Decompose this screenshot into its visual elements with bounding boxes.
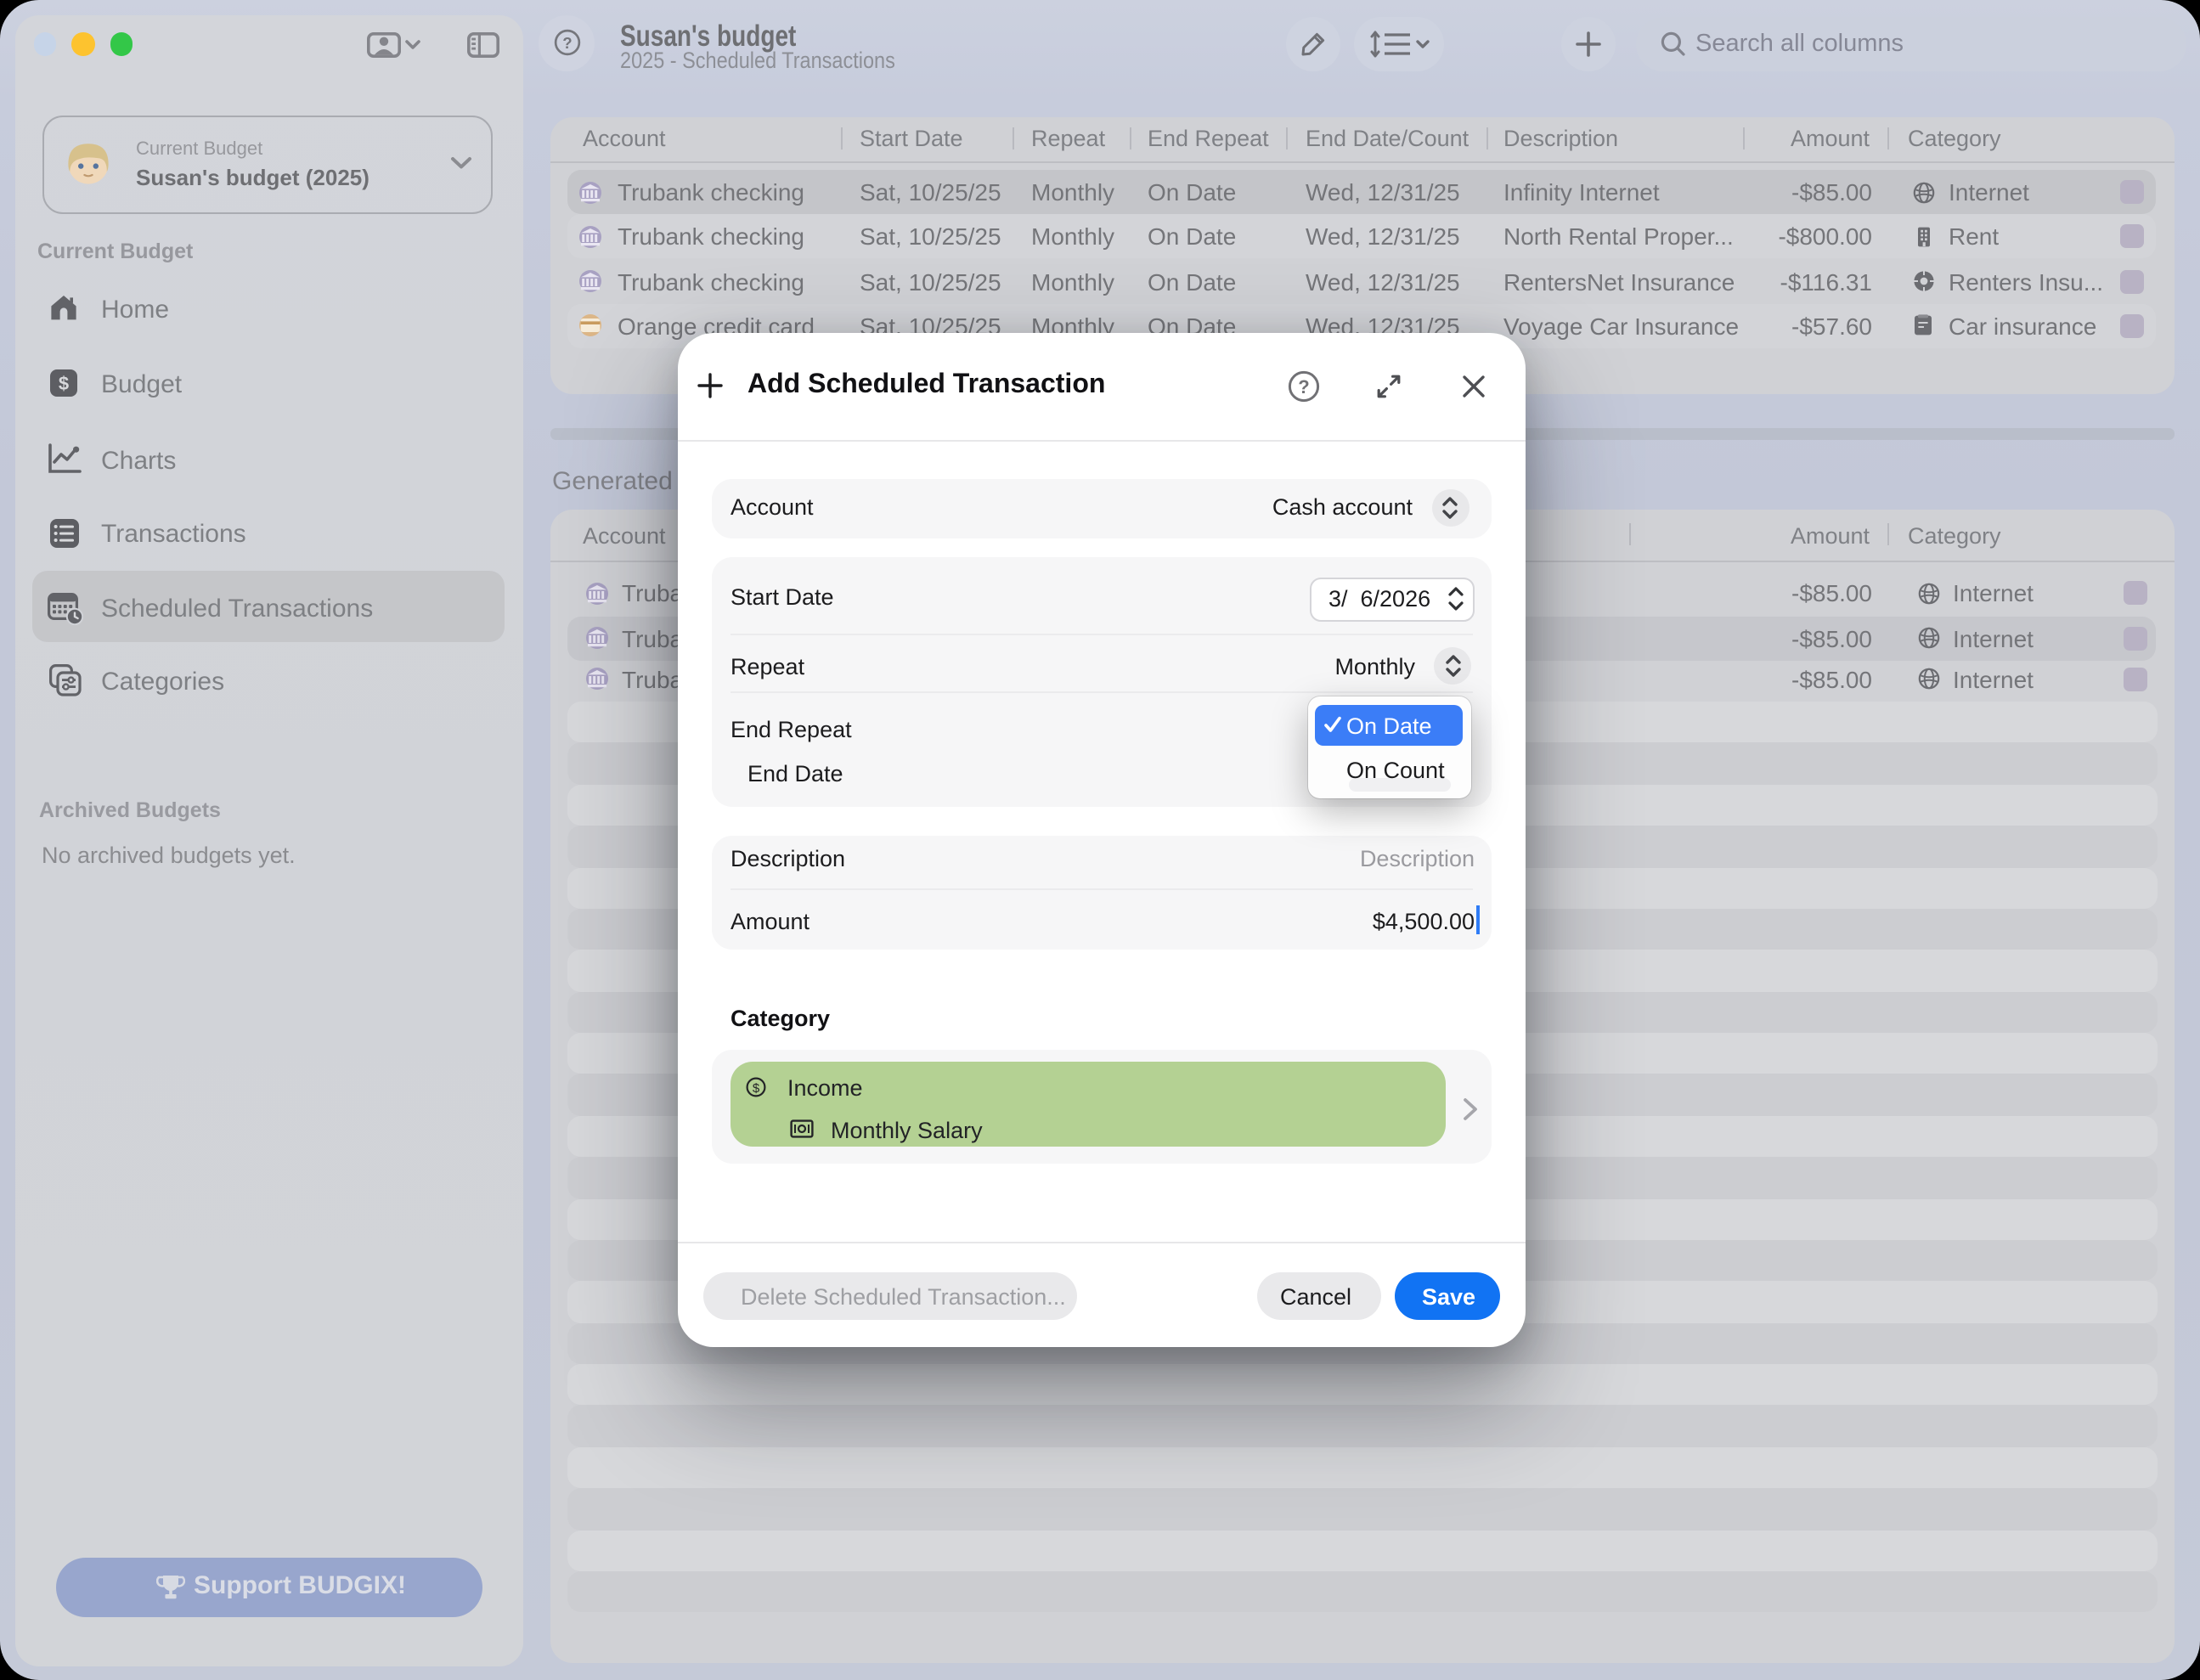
svg-text:?: ?	[561, 34, 571, 52]
svg-text:$: $	[58, 373, 68, 394]
svg-text:?: ?	[1298, 376, 1309, 397]
svg-text:$: $	[753, 1080, 760, 1095]
